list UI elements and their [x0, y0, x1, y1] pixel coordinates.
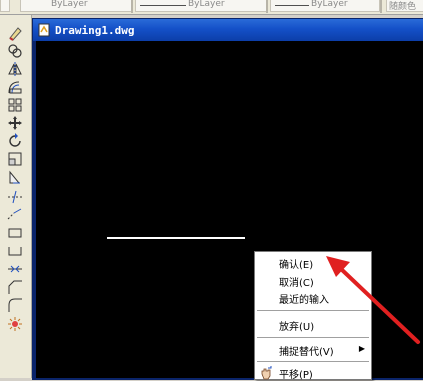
modify-toolbar	[0, 15, 32, 378]
break-point-icon	[8, 228, 22, 238]
extend-tool[interactable]	[6, 206, 24, 224]
color-dropdown[interactable]: ByLayer	[20, 0, 132, 12]
mirror-tool[interactable]	[6, 60, 24, 78]
offset-icon	[8, 81, 22, 94]
extend-icon	[7, 208, 22, 220]
menu-separator	[257, 337, 369, 338]
submenu-arrow-icon: ▶	[358, 344, 365, 353]
plotstyle-dropdown[interactable]: 随颜色	[386, 0, 423, 12]
rotate-tool[interactable]	[6, 132, 24, 150]
scale-tool[interactable]	[6, 150, 24, 168]
trim-tool[interactable]	[6, 188, 24, 206]
menu-item-confirm[interactable]: 确认(E)	[255, 255, 371, 271]
join-icon	[8, 265, 22, 273]
rotate-icon	[9, 133, 21, 147]
menu-item-label: 最近的输入	[279, 295, 329, 306]
menu-item-discard[interactable]: 放弃(U)	[255, 317, 371, 333]
document-icon	[38, 23, 50, 37]
fillet-icon	[8, 298, 22, 312]
menu-separator	[257, 310, 369, 311]
fillet-tool[interactable]	[6, 296, 24, 314]
menu-item-label: 取消(C)	[279, 278, 314, 289]
copy-icon	[8, 44, 22, 58]
mirror-icon	[8, 62, 22, 76]
menu-item-cancel[interactable]: 取消(C)	[255, 273, 371, 289]
offset-tool[interactable]	[6, 78, 24, 96]
chamfer-icon	[8, 280, 22, 294]
stretch-icon	[9, 170, 21, 184]
drawing-title: Drawing1.dwg	[55, 23, 135, 37]
break-icon	[8, 247, 22, 256]
lineweight-preview	[275, 5, 309, 6]
linetype-dropdown[interactable]: ByLayer	[135, 0, 267, 12]
move-tool[interactable]	[6, 114, 24, 132]
break-tool[interactable]	[6, 242, 24, 260]
layer-linetype-dropdown[interactable]	[0, 0, 10, 12]
copy-tool[interactable]	[6, 42, 24, 60]
break-at-point-tool[interactable]	[6, 224, 24, 242]
plotstyle-value: 随颜色	[389, 2, 417, 12]
stretch-tool[interactable]	[6, 168, 24, 186]
join-tool[interactable]	[6, 260, 24, 278]
erase-icon	[9, 27, 22, 41]
toolbar-separator	[131, 0, 133, 13]
erase-tool[interactable]	[6, 24, 24, 42]
properties-toolbar: ByLayer ByLayer ByLayer 随颜色	[0, 0, 423, 15]
array-icon	[8, 98, 22, 112]
lineweight-dropdown[interactable]: ByLayer	[270, 0, 380, 12]
drawn-line-entity[interactable]	[107, 237, 245, 239]
array-tool[interactable]	[6, 96, 24, 114]
menu-item-recent-input[interactable]: 最近的输入	[255, 290, 371, 306]
context-menu: 确认(E) 取消(C) 最近的输入 放弃(U) 捕捉替代(V) ▶ 平移(P)	[254, 251, 372, 381]
lineweight-value: ByLayer	[311, 0, 348, 9]
explode-tool[interactable]	[6, 315, 24, 333]
menu-item-snap-override[interactable]: 捕捉替代(V) ▶	[255, 342, 371, 358]
move-icon	[8, 116, 22, 130]
menu-item-label: 平移(P)	[279, 370, 313, 381]
chamfer-tool[interactable]	[6, 278, 24, 296]
linetype-value: ByLayer	[188, 0, 225, 9]
toolbar-separator	[266, 0, 268, 13]
toolbar-separator	[380, 0, 382, 13]
menu-item-pan[interactable]: 平移(P)	[255, 365, 371, 381]
drawing-window-titlebar[interactable]: Drawing1.dwg	[33, 19, 423, 41]
menu-item-label: 捕捉替代(V)	[279, 347, 334, 358]
menu-item-label: 放弃(U)	[279, 322, 315, 333]
menu-item-label: 确认(E)	[279, 260, 314, 271]
explode-icon	[8, 317, 22, 331]
menu-separator	[257, 361, 369, 362]
trim-icon	[8, 190, 22, 204]
linetype-preview	[140, 5, 186, 6]
scale-icon	[8, 152, 22, 166]
color-value: ByLayer	[51, 0, 88, 9]
